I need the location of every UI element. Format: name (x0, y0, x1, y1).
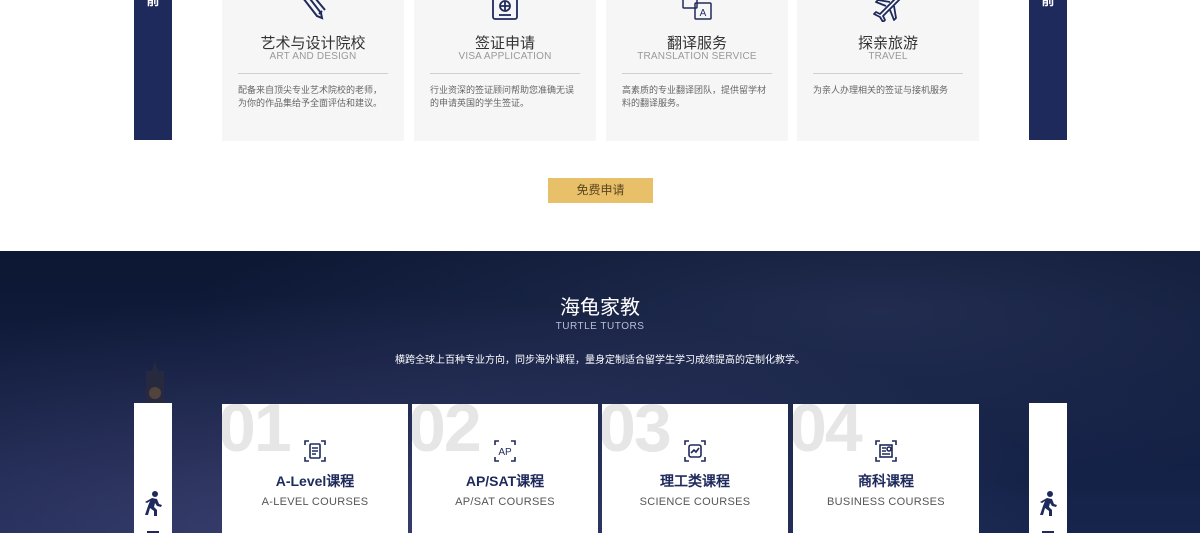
course-card-business[interactable]: 04 商科课程 BUSINESS COURSES (793, 404, 979, 533)
running-person-icon (145, 491, 162, 516)
pen-ruler-icon (222, 0, 404, 22)
service-title: 签证申请 (474, 35, 535, 52)
tutors-section: 海龟家教 TURTLE TUTORS 横跨全球上百种专业方向，同步海外课程，量身… (0, 251, 1200, 533)
course-card-science[interactable]: 03 理工类课程 SCIENCE COURSES (602, 404, 788, 533)
clipboard-icon (222, 438, 408, 464)
service-card-art-design[interactable]: 艺术与设计院校 ART AND DESIGN 配备来自顶尖专业艺术院校的老师，为… (222, 0, 404, 141)
passport-icon (414, 0, 596, 22)
ap-badge-icon: AP (412, 438, 598, 464)
service-subtitle: TRANSLATION SERVICE (637, 51, 757, 62)
service-subtitle: ART AND DESIGN (269, 51, 357, 62)
carousel-next-tab[interactable] (1029, 403, 1067, 533)
course-title: 商科课程 (858, 473, 914, 489)
services-section: 前 前 艺术与设计院校 ART AND DESIGN 配备来自顶尖专业艺术院校的… (0, 0, 1200, 251)
course-subtitle: A-LEVEL COURSES (261, 496, 369, 508)
carousel-prev-tab[interactable]: 前 (134, 0, 172, 140)
service-subtitle: TRAVEL (868, 51, 908, 62)
divider (813, 73, 963, 74)
divider (430, 73, 580, 74)
course-title: A-Level课程 (275, 473, 355, 489)
section-title: 海龟家教 (560, 297, 640, 319)
carousel-prev-tab[interactable] (134, 403, 172, 533)
course-card-apsat[interactable]: 02 AP AP/SAT课程 AP/SAT COURSES (412, 404, 598, 533)
section-subtitle: TURTLE TUTORS (555, 321, 645, 332)
svg-text:A: A (700, 8, 707, 19)
service-description: 高素质的专业翻译团队，提供留学材料的翻译服务。 (622, 85, 767, 108)
service-card-visa[interactable]: 签证申请 VISA APPLICATION 行业资深的签证顾问帮助您准确无误的申… (414, 0, 596, 141)
service-title: 艺术与设计院校 (260, 35, 366, 52)
page: 前 前 艺术与设计院校 ART AND DESIGN 配备来自顶尖专业艺术院校的… (0, 0, 1200, 533)
course-title: 理工类课程 (660, 473, 730, 489)
divider (238, 73, 388, 74)
service-description: 配备来自顶尖专业艺术院校的老师，为你的作品集给予全面评估和建议。 (238, 85, 383, 108)
free-apply-button[interactable]: 免费申请 (548, 178, 653, 203)
science-scan-icon (602, 438, 788, 464)
course-card-alevel[interactable]: 01 A-Level课程 A-LEVEL COURSES (222, 404, 408, 533)
service-card-travel[interactable]: 探亲旅游 TRAVEL 为亲人办理相关的签证与接机服务 (797, 0, 979, 141)
service-subtitle: VISA APPLICATION (458, 51, 552, 62)
service-title: 翻译服务 (666, 35, 727, 52)
service-description: 为亲人办理相关的签证与接机服务 (813, 85, 949, 95)
business-doc-icon (793, 438, 979, 464)
running-person-icon (1040, 491, 1057, 516)
course-subtitle: BUSINESS COURSES (827, 496, 945, 508)
course-subtitle: SCIENCE COURSES (639, 496, 751, 508)
service-title: 探亲旅游 (857, 35, 918, 52)
airplane-icon (797, 0, 979, 22)
translation-icon: A (606, 0, 788, 22)
side-tab-label: 前 (1041, 0, 1055, 8)
section-description: 横跨全球上百种专业方向，同步海外课程，量身定制适合留学生学习成绩提高的定制化教学… (395, 355, 805, 366)
divider (622, 73, 772, 74)
course-title: AP/SAT课程 (465, 473, 545, 489)
svg-text:AP: AP (498, 447, 512, 458)
carousel-next-tab[interactable]: 前 (1029, 0, 1067, 140)
service-card-translation[interactable]: A 翻译服务 TRANSLATION SERVICE 高素质的专业翻译团队，提供… (606, 0, 788, 141)
service-description: 行业资深的签证顾问帮助您准确无误的申请英国的学生签证。 (430, 85, 575, 108)
course-subtitle: AP/SAT COURSES (455, 496, 555, 508)
side-tab-label: 前 (146, 0, 160, 8)
